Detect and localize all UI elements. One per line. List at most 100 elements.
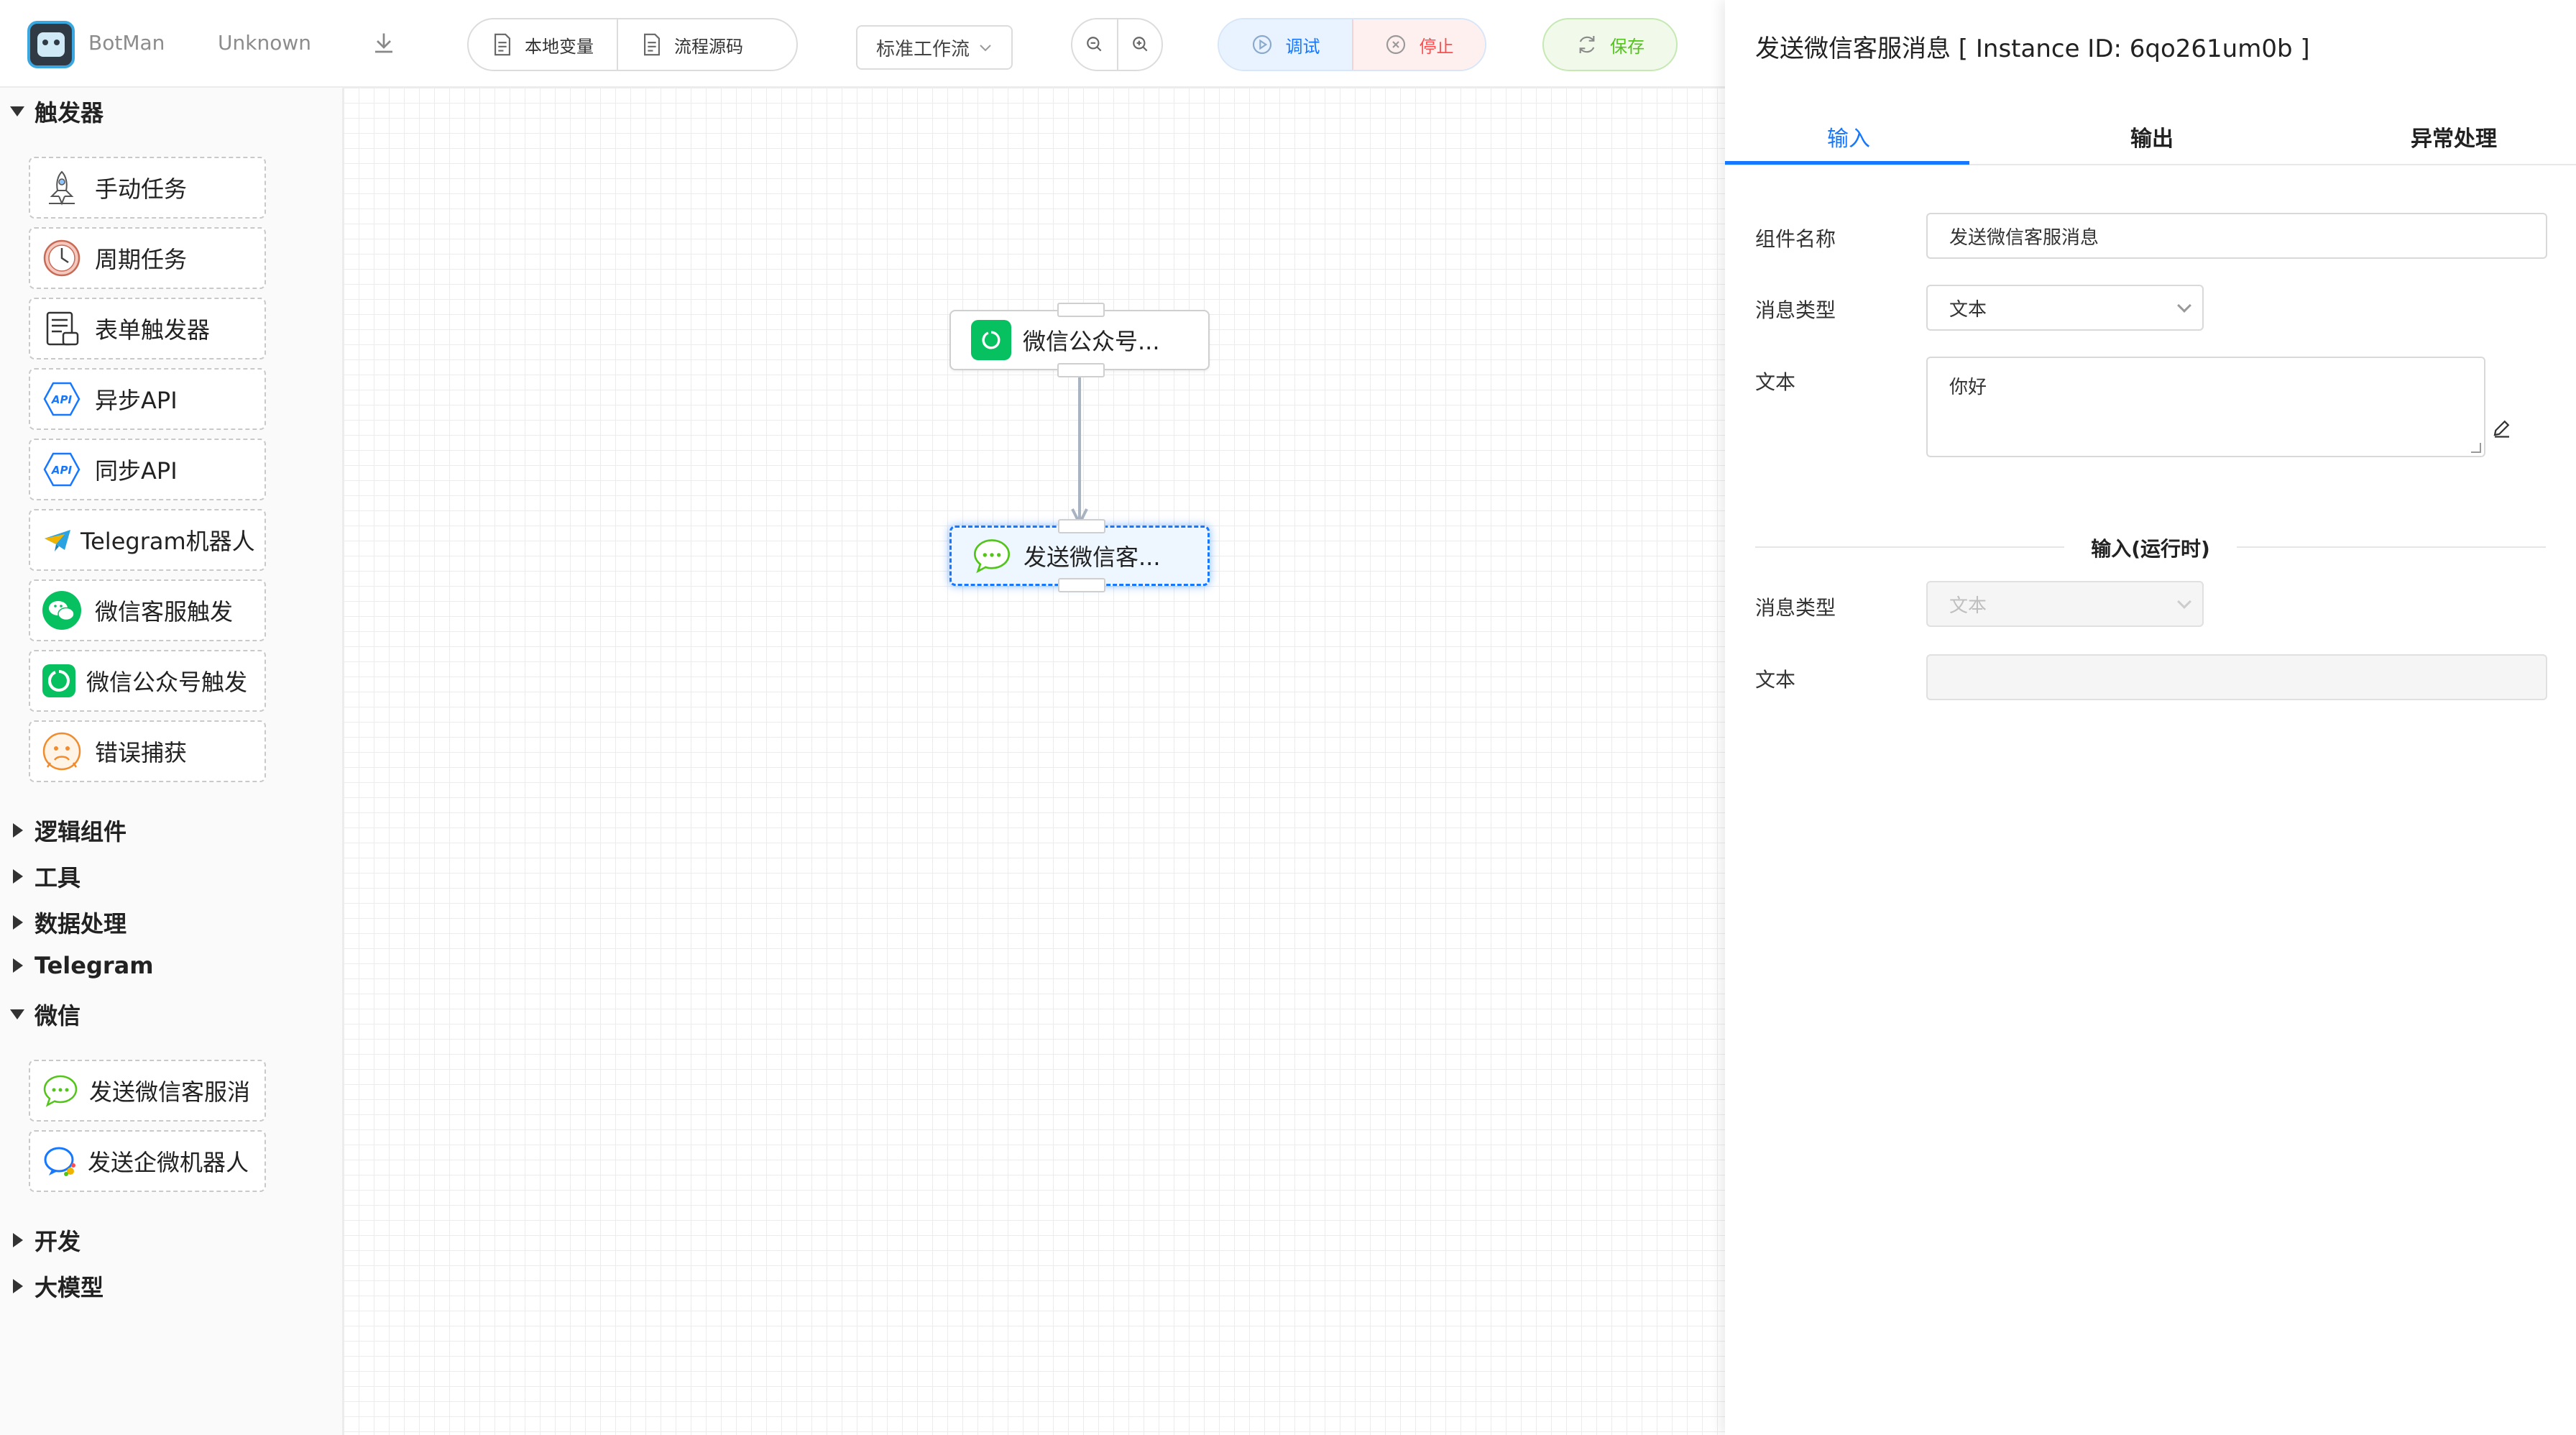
- node-output-port[interactable]: [1057, 363, 1105, 377]
- chat-bubble-icon: [42, 1070, 79, 1111]
- palette-item-label: Telegram机器人: [80, 528, 255, 555]
- run-group: 调试 停止: [1218, 18, 1486, 71]
- section-logic[interactable]: 逻辑组件: [10, 814, 126, 847]
- panel-title: 发送微信客服消息 [ Instance ID: 6qo261um0b ]: [1755, 35, 2310, 63]
- section-llm[interactable]: 大模型: [10, 1270, 104, 1303]
- node-output-port[interactable]: [1058, 578, 1105, 592]
- save-label: 保存: [1610, 36, 1644, 57]
- chevron-down-icon: [980, 45, 991, 52]
- tab-error-handling[interactable]: 异常处理: [2332, 121, 2576, 152]
- section-label: 大模型: [34, 1274, 104, 1301]
- section-label: 逻辑组件: [34, 818, 127, 845]
- botman-logo: [27, 21, 75, 68]
- text-textarea[interactable]: 你好: [1926, 357, 2485, 457]
- section-label: 开发: [34, 1228, 81, 1255]
- palette-item-telegram-bot[interactable]: Telegram机器人: [29, 509, 266, 571]
- stop-label: 停止: [1419, 36, 1454, 57]
- error-face-icon: [42, 731, 82, 771]
- caret-right-icon: [13, 1279, 23, 1293]
- wecom-icon: [42, 1141, 79, 1181]
- component-name-label: 组件名称: [1755, 227, 1836, 251]
- tab-input[interactable]: 输入: [1726, 121, 1971, 152]
- palette-item-send-wecom-bot[interactable]: 发送企微机器人: [29, 1130, 266, 1192]
- debug-button[interactable]: 调试: [1219, 19, 1352, 70]
- palette-item-sync-api[interactable]: API 同步API: [29, 439, 266, 500]
- caret-down-icon: [10, 106, 24, 116]
- caret-right-icon: [13, 869, 23, 884]
- zoom-in-icon: [1133, 37, 1148, 52]
- chevron-down-icon: [2177, 298, 2191, 313]
- workflow-type-select[interactable]: 标准工作流: [856, 25, 1013, 70]
- runtime-text-label: 文本: [1755, 668, 1796, 692]
- runtime-divider: 输入(运行时): [1755, 532, 2546, 561]
- form-icon: [42, 308, 82, 349]
- palette-item-label: 微信公众号触发: [86, 669, 248, 696]
- document-icon: [644, 33, 660, 56]
- toolbar: BotMan Unknown 本地变量 流程源码 标准工作流 调试 停止 保存: [0, 0, 1725, 88]
- tab-output[interactable]: 输出: [2030, 121, 2274, 152]
- message-type-select[interactable]: 文本: [1926, 285, 2204, 331]
- zoom-out-button[interactable]: [1072, 19, 1117, 70]
- zoom-out-icon: [1087, 37, 1102, 52]
- palette-item-manual-task[interactable]: 手动任务: [29, 157, 266, 219]
- node-wechat-official-trigger[interactable]: 微信公众号...: [949, 303, 1210, 377]
- section-tools[interactable]: 工具: [10, 860, 80, 893]
- chat-bubble-icon: [972, 536, 1012, 576]
- palette-item-async-api[interactable]: API 异步API: [29, 368, 266, 430]
- variables-group: 本地变量 流程源码: [467, 18, 798, 71]
- svg-text:API: API: [51, 464, 73, 477]
- local-variables-button[interactable]: 本地变量: [469, 19, 617, 70]
- caret-right-icon: [13, 1233, 23, 1247]
- palette-item-label: 表单触发器: [95, 316, 211, 344]
- clock-icon: [42, 238, 82, 278]
- download-icon[interactable]: [371, 30, 397, 56]
- node-send-wechat-service[interactable]: 发送微信客...: [949, 519, 1210, 592]
- panel-tabs: 输入 输出 异常处理: [1725, 108, 2576, 165]
- edge-connector[interactable]: [344, 88, 1725, 1435]
- node-input-port[interactable]: [1058, 519, 1105, 533]
- node-input-port[interactable]: [1057, 303, 1105, 317]
- palette-item-form-trigger[interactable]: 表单触发器: [29, 298, 266, 359]
- resize-handle[interactable]: [2471, 443, 2481, 453]
- stop-button[interactable]: 停止: [1351, 19, 1485, 70]
- rocket-icon: [42, 168, 82, 208]
- api-icon: API: [42, 449, 82, 490]
- section-label: 工具: [34, 864, 81, 891]
- zoom-group: [1071, 18, 1163, 71]
- node-label: 微信公众号...: [1023, 328, 1160, 355]
- caret-right-icon: [13, 958, 23, 973]
- zoom-in-button[interactable]: [1117, 19, 1163, 70]
- flow-canvas[interactable]: 微信公众号... 发送微信客...: [344, 88, 1725, 1435]
- document-icon: [494, 33, 510, 56]
- caret-right-icon: [13, 823, 23, 838]
- save-button[interactable]: 保存: [1544, 19, 1676, 70]
- palette-item-label: 同步API: [95, 457, 178, 485]
- caret-right-icon: [13, 915, 23, 930]
- section-data-processing[interactable]: 数据处理: [10, 906, 126, 939]
- telegram-icon: [42, 520, 73, 560]
- edit-pen-icon[interactable]: [2491, 417, 2513, 439]
- section-dev[interactable]: 开发: [10, 1224, 80, 1257]
- section-wechat[interactable]: 微信: [10, 998, 80, 1031]
- palette-item-send-wechat-service[interactable]: 发送微信客服消: [29, 1060, 266, 1122]
- palette-item-wechat-official-trigger[interactable]: 微信公众号触发: [29, 650, 266, 712]
- component-name-input[interactable]: 发送微信客服消息: [1926, 213, 2547, 259]
- section-triggers[interactable]: 触发器: [10, 95, 104, 128]
- section-label: 数据处理: [34, 910, 127, 937]
- text-value: 你好: [1949, 377, 1987, 398]
- palette-item-wechat-service-trigger[interactable]: 微信客服触发: [29, 579, 266, 641]
- wechat-official-icon: [42, 661, 76, 701]
- wechat-icon: [42, 590, 82, 631]
- svg-text:API: API: [51, 393, 73, 406]
- local-variables-label: 本地变量: [525, 36, 594, 57]
- palette-item-label: 异步API: [95, 387, 178, 414]
- section-telegram[interactable]: Telegram: [10, 952, 154, 979]
- message-type-label: 消息类型: [1755, 298, 1836, 322]
- palette-item-error-catch[interactable]: 错误捕获: [29, 720, 266, 782]
- palette-item-periodic-task[interactable]: 周期任务: [29, 227, 266, 289]
- properties-panel: 发送微信客服消息 [ Instance ID: 6qo261um0b ] 输入 …: [1725, 0, 2576, 1435]
- flow-source-button[interactable]: 流程源码: [617, 19, 766, 70]
- user-name[interactable]: Unknown: [218, 31, 311, 55]
- runtime-message-type-select: 文本: [1926, 581, 2204, 627]
- palette-item-label: 微信客服触发: [95, 598, 234, 625]
